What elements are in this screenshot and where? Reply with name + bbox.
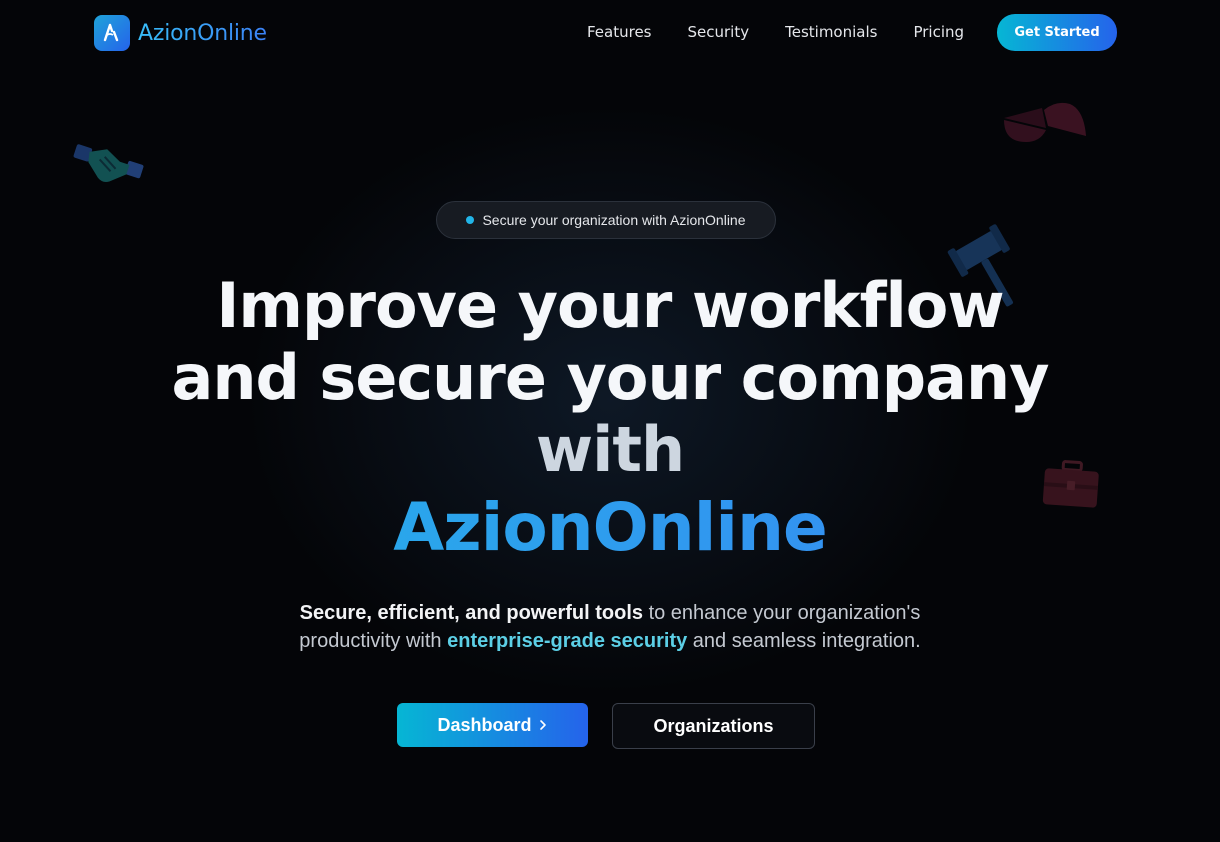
hero-description-strong: Secure, efficient, and powerful tools <box>299 602 644 624</box>
pie-chart-icon <box>1004 102 1086 142</box>
brand-logo-link[interactable]: AzionOnline <box>94 15 267 51</box>
organizations-button[interactable]: Organizations <box>612 703 815 749</box>
headline-line-1: Improve your workflow <box>216 269 1004 342</box>
hero-badge-text: Secure your organization with AzionOnlin… <box>482 212 746 228</box>
dashboard-button[interactable]: Dashboard <box>397 703 588 747</box>
nav-link-testimonials[interactable]: Testimonials <box>785 23 877 41</box>
headline-line-3: with <box>535 413 685 486</box>
nav-link-security[interactable]: Security <box>688 23 750 41</box>
top-navigation: AzionOnline Features Security Testimonia… <box>0 0 1220 66</box>
hero-description: Secure, efficient, and powerful tools to… <box>250 599 970 655</box>
landing-page: AzionOnline Features Security Testimonia… <box>0 0 1220 842</box>
hero-badge: Secure your organization with AzionOnlin… <box>436 201 776 239</box>
brand-logo-icon <box>94 15 130 51</box>
hero-headline: Improve your workflow and secure your co… <box>0 270 1220 570</box>
dashboard-button-label: Dashboard <box>437 714 532 735</box>
handshake-icon <box>73 144 144 182</box>
chevron-right-icon <box>539 720 546 730</box>
nav-link-features[interactable]: Features <box>587 23 652 41</box>
hero-description-accent: enterprise-grade security <box>447 630 688 652</box>
headline-brand: AzionOnline <box>0 486 1220 570</box>
headline-line-2: and secure your company <box>171 341 1049 414</box>
status-dot-icon <box>466 216 475 224</box>
nav-links: Features Security Testimonials Pricing <box>587 23 964 41</box>
get-started-button[interactable]: Get Started <box>997 14 1117 51</box>
brand-name: AzionOnline <box>138 20 267 46</box>
hero-description-part-2: and seamless integration. <box>687 630 921 652</box>
nav-link-pricing[interactable]: Pricing <box>913 23 964 41</box>
